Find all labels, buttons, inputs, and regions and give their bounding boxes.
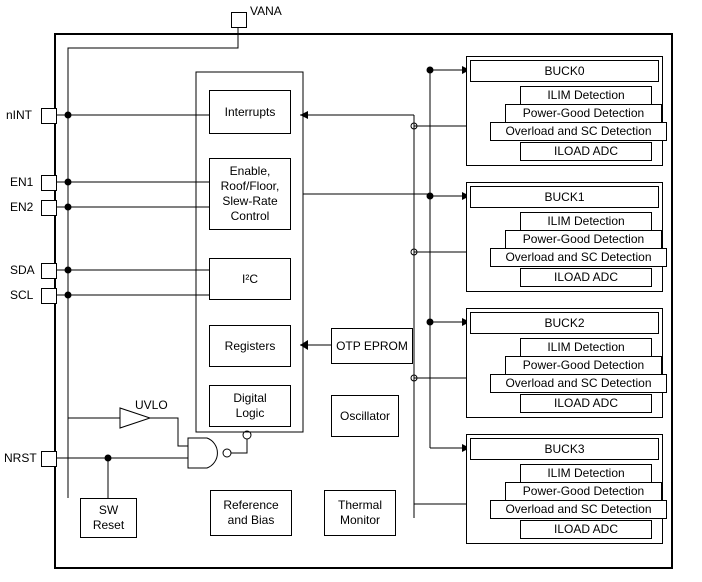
block-registers: Registers: [209, 325, 291, 367]
label-vana: VANA: [250, 4, 282, 18]
label-sda: SDA: [10, 263, 35, 277]
pin-en1: [41, 175, 57, 191]
pin-nint: [41, 108, 57, 124]
buck2-pg: Power-Good Detection: [505, 356, 662, 375]
buck0-pg: Power-Good Detection: [505, 104, 662, 123]
block-i2c: I²C: [209, 258, 291, 300]
buck3-ilim: ILIM Detection: [520, 464, 652, 483]
block-otp: OTP EPROM: [331, 328, 413, 364]
buck3-ovl: Overload and SC Detection: [490, 500, 667, 519]
buck0-ovl: Overload and SC Detection: [490, 122, 667, 141]
label-uvlo: UVLO: [135, 398, 168, 412]
label-nrst: NRST: [4, 451, 37, 465]
pin-scl: [41, 288, 57, 304]
label-en2: EN2: [10, 200, 33, 214]
diagram: VANA nINT EN1 EN2 SDA SCL NRST Interrupt…: [0, 0, 702, 582]
buck0-ilim: ILIM Detection: [520, 86, 652, 105]
label-scl: SCL: [10, 288, 33, 302]
pin-vana: [231, 12, 247, 28]
block-thermal: Thermal Monitor: [324, 490, 396, 536]
buck1-iload: ILOAD ADC: [520, 268, 652, 287]
pin-nrst: [41, 451, 57, 467]
buck2-iload: ILOAD ADC: [520, 394, 652, 413]
buck0-title: BUCK0: [470, 60, 659, 82]
buck1-ilim: ILIM Detection: [520, 212, 652, 231]
buck2-ilim: ILIM Detection: [520, 338, 652, 357]
pin-sda: [41, 263, 57, 279]
pin-en2: [41, 200, 57, 216]
buck3-title: BUCK3: [470, 438, 659, 460]
buck2-ovl: Overload and SC Detection: [490, 374, 667, 393]
block-swreset: SW Reset: [80, 498, 137, 538]
block-interrupts: Interrupts: [209, 90, 291, 134]
buck3-pg: Power-Good Detection: [505, 482, 662, 501]
buck1-title: BUCK1: [470, 186, 659, 208]
label-nint: nINT: [6, 108, 32, 122]
buck3-iload: ILOAD ADC: [520, 520, 652, 539]
buck1-ovl: Overload and SC Detection: [490, 248, 667, 267]
buck0-iload: ILOAD ADC: [520, 142, 652, 161]
block-refbias: Reference and Bias: [210, 490, 292, 536]
buck2-title: BUCK2: [470, 312, 659, 334]
block-digitallogic: Digital Logic: [209, 385, 291, 427]
buck1-pg: Power-Good Detection: [505, 230, 662, 249]
label-en1: EN1: [10, 175, 33, 189]
block-enable: Enable, Roof/Floor, Slew-Rate Control: [209, 158, 291, 230]
block-oscillator: Oscillator: [331, 395, 399, 437]
